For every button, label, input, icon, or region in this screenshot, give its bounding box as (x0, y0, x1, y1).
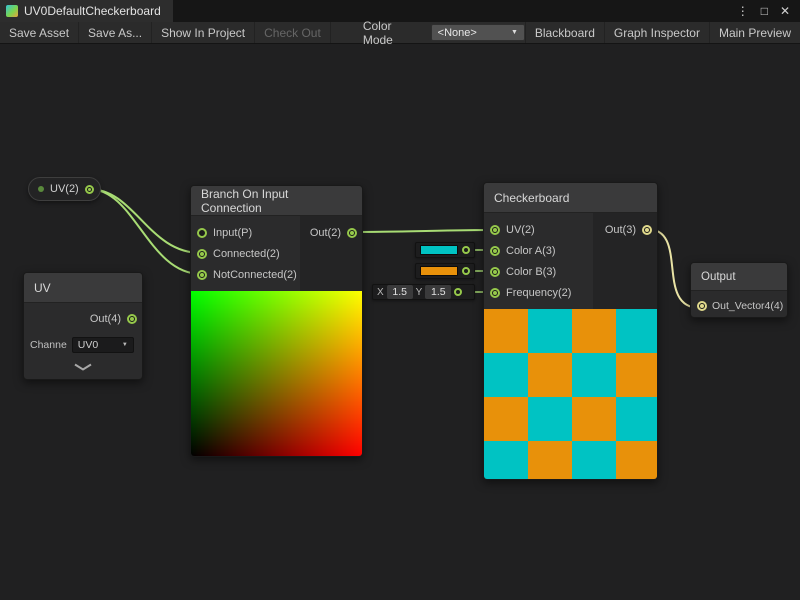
branch-notconnected-label: NotConnected(2) (213, 269, 297, 281)
frequency-widget-port[interactable] (454, 288, 462, 296)
color-mode-value: <None> (438, 27, 477, 39)
node-uv[interactable]: UV Out(4) Channe UV0 ▼ (23, 272, 143, 380)
maximize-icon[interactable]: □ (761, 4, 768, 18)
main-preview-button[interactable]: Main Preview (709, 22, 800, 43)
blackboard-button[interactable]: Blackboard (525, 22, 604, 43)
more-icon[interactable]: ⋮ (737, 4, 749, 18)
branch-notconnected-row: NotConnected(2) (191, 264, 362, 285)
save-asset-button[interactable]: Save Asset (0, 22, 79, 43)
branch-out-port[interactable] (347, 228, 357, 238)
chevron-down-icon: ▼ (122, 342, 128, 348)
edge-uv-to-notconnected[interactable] (89, 189, 201, 274)
checkerboard-uv-label: UV(2) (506, 224, 535, 236)
frequency-x-input[interactable]: 1.5 (387, 285, 413, 299)
color-b-widget (415, 263, 475, 279)
branch-connected-row: Connected(2) (191, 243, 362, 264)
output-node-title: Output (701, 271, 736, 283)
color-b-swatch[interactable] (420, 266, 458, 276)
output-input-row: Out_Vector4(4) (691, 291, 787, 317)
color-b-widget-port[interactable] (462, 267, 470, 275)
check-out-button[interactable]: Check Out (255, 22, 331, 43)
uv-node-header[interactable]: UV (24, 273, 142, 303)
checkerboard-node-title: Checkerboard (494, 191, 569, 205)
branch-node-header[interactable]: Branch On Input Connection (191, 186, 362, 216)
edge-branch-to-checkerboard[interactable] (353, 230, 494, 232)
show-in-project-button[interactable]: Show In Project (152, 22, 255, 43)
node-uv-pill[interactable]: UV(2) (28, 177, 101, 201)
checkerboard-out-row: Out(3) (605, 219, 657, 240)
shader-graph-icon (6, 5, 18, 17)
checkerboard-uv-port[interactable] (490, 225, 500, 235)
node-checkerboard[interactable]: Checkerboard UV(2) Color A(3) Color B(3)… (483, 182, 658, 480)
uv-out-label: Out(4) (90, 313, 121, 325)
color-a-widget-port[interactable] (462, 246, 470, 254)
checkerboard-node-header[interactable]: Checkerboard (484, 183, 657, 213)
branch-connected-port[interactable] (197, 249, 207, 259)
graph-canvas[interactable]: UV(2) UV Out(4) Channe UV0 ▼ (0, 44, 800, 600)
uv-channel-label: Channe (30, 339, 67, 351)
checkerboard-color-a-row: Color A(3) (484, 240, 657, 261)
window-controls: ⋮ □ ✕ (737, 0, 800, 22)
checkerboard-frequency-port[interactable] (490, 288, 500, 298)
checkerboard-frequency-row: Frequency(2) (484, 282, 657, 303)
frequency-x-label: X (377, 287, 384, 298)
toolbar-right-group: Blackboard Graph Inspector Main Preview (525, 22, 800, 43)
output-node-header[interactable]: Output (691, 263, 787, 291)
branch-uv-preview (191, 291, 362, 456)
uv-pill-out-port[interactable] (85, 185, 94, 194)
uv-pill-dot (38, 186, 44, 192)
tab-title: UV0DefaultCheckerboard (24, 4, 161, 18)
checkerboard-frequency-label: Frequency(2) (506, 287, 571, 299)
uv-channel-dropdown[interactable]: UV0 ▼ (72, 337, 134, 353)
color-mode-label: Color Mode (359, 22, 425, 43)
checkerboard-color-b-row: Color B(3) (484, 261, 657, 282)
branch-input-p-port[interactable] (197, 228, 207, 238)
save-as-button[interactable]: Save As... (79, 22, 152, 43)
branch-out-label: Out(2) (310, 227, 341, 239)
checkerboard-color-b-port[interactable] (490, 267, 500, 277)
checkerboard-out-port[interactable] (642, 225, 652, 235)
graph-inspector-button[interactable]: Graph Inspector (604, 22, 709, 43)
checkerboard-color-b-label: Color B(3) (506, 266, 556, 278)
branch-input-p-label: Input(P) (213, 227, 252, 239)
uv-out-port[interactable] (127, 314, 137, 324)
output-vector4-label: Out_Vector4(4) (712, 300, 783, 312)
chevron-down-icon (73, 363, 93, 371)
uv-channel-row: Channe UV0 ▼ (24, 334, 142, 356)
color-mode-dropdown[interactable]: <None> ▼ (431, 24, 525, 41)
branch-connected-label: Connected(2) (213, 248, 280, 260)
close-icon[interactable]: ✕ (780, 4, 790, 18)
checkerboard-preview (484, 309, 657, 479)
checkerboard-color-a-label: Color A(3) (506, 245, 556, 257)
toolbar: Save Asset Save As... Show In Project Ch… (0, 22, 800, 44)
uv-node-title: UV (34, 281, 51, 295)
uv-pill-label: UV(2) (50, 183, 79, 195)
node-output[interactable]: Output Out_Vector4(4) (690, 262, 788, 318)
edge-uv-to-connected[interactable] (89, 189, 201, 253)
chevron-down-icon: ▼ (511, 29, 518, 36)
branch-notconnected-port[interactable] (197, 270, 207, 280)
frequency-y-label: Y (416, 287, 423, 298)
tab-uv0defaultcheckerboard[interactable]: UV0DefaultCheckerboard (0, 0, 173, 22)
frequency-widget: X 1.5 Y 1.5 (372, 284, 475, 300)
uv-channel-value: UV0 (78, 339, 98, 351)
output-vector4-port[interactable] (697, 301, 707, 311)
frequency-y-input[interactable]: 1.5 (425, 285, 451, 299)
color-a-swatch[interactable] (420, 245, 458, 255)
checkerboard-out-label: Out(3) (605, 224, 636, 236)
color-a-widget (415, 242, 475, 258)
uv-preview-collapse-button[interactable] (24, 359, 142, 375)
checkerboard-color-a-port[interactable] (490, 246, 500, 256)
branch-node-title: Branch On Input Connection (201, 187, 352, 215)
uv-out-row: Out(4) (24, 309, 142, 329)
branch-out-row: Out(2) (310, 222, 362, 243)
node-branch[interactable]: Branch On Input Connection Input(P) Conn… (190, 185, 363, 457)
